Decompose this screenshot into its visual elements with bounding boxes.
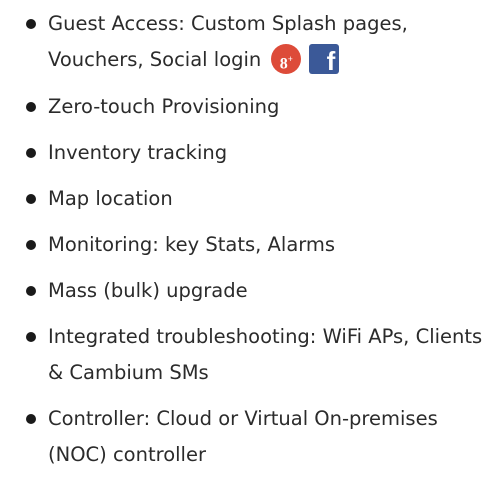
- list-item-inventory: Inventory tracking: [0, 135, 503, 171]
- facebook-icon: f: [309, 44, 340, 74]
- list-item-text: Map location: [48, 186, 173, 210]
- feature-list: Guest Access: Custom Splash pages, Vouch…: [0, 6, 503, 483]
- list-item-text: Monitoring: key Stats, Alarms: [48, 232, 336, 256]
- list-item-mass-upgrade: Mass (bulk) upgrade: [0, 273, 503, 309]
- list-item-troubleshooting: Integrated troubleshooting: WiFi APs, Cl…: [0, 319, 503, 391]
- bullet-icon: [26, 413, 36, 424]
- list-item-text: Guest Access: Custom Splash pages, Vouch…: [48, 12, 408, 71]
- list-item-text: Controller: Cloud or Virtual On-premises…: [48, 406, 438, 466]
- bullet-icon: [26, 147, 36, 158]
- list-item-text: Mass (bulk) upgrade: [48, 278, 248, 302]
- list-item-text: Inventory tracking: [48, 140, 228, 164]
- list-item-zero-touch: Zero-touch Provisioning: [0, 89, 503, 125]
- list-item-monitoring: Monitoring: key Stats, Alarms: [0, 227, 503, 263]
- list-item-text: Integrated troubleshooting: WiFi APs, Cl…: [48, 324, 483, 384]
- bullet-icon: [26, 331, 36, 342]
- bullet-icon: [26, 239, 36, 250]
- bullet-icon: [26, 101, 36, 112]
- list-item-map: Map location: [0, 181, 503, 217]
- google-plus-icon: 8+: [271, 44, 302, 74]
- bullet-icon: [26, 285, 36, 296]
- bullet-icon: [26, 193, 36, 204]
- bullet-icon: [26, 19, 36, 29]
- list-item-text: Zero-touch Provisioning: [48, 94, 280, 118]
- social-icons: 8+ f: [271, 41, 340, 77]
- list-item-guest-access: Guest Access: Custom Splash pages, Vouch…: [0, 6, 503, 79]
- list-item-controller: Controller: Cloud or Virtual On-premises…: [0, 401, 503, 473]
